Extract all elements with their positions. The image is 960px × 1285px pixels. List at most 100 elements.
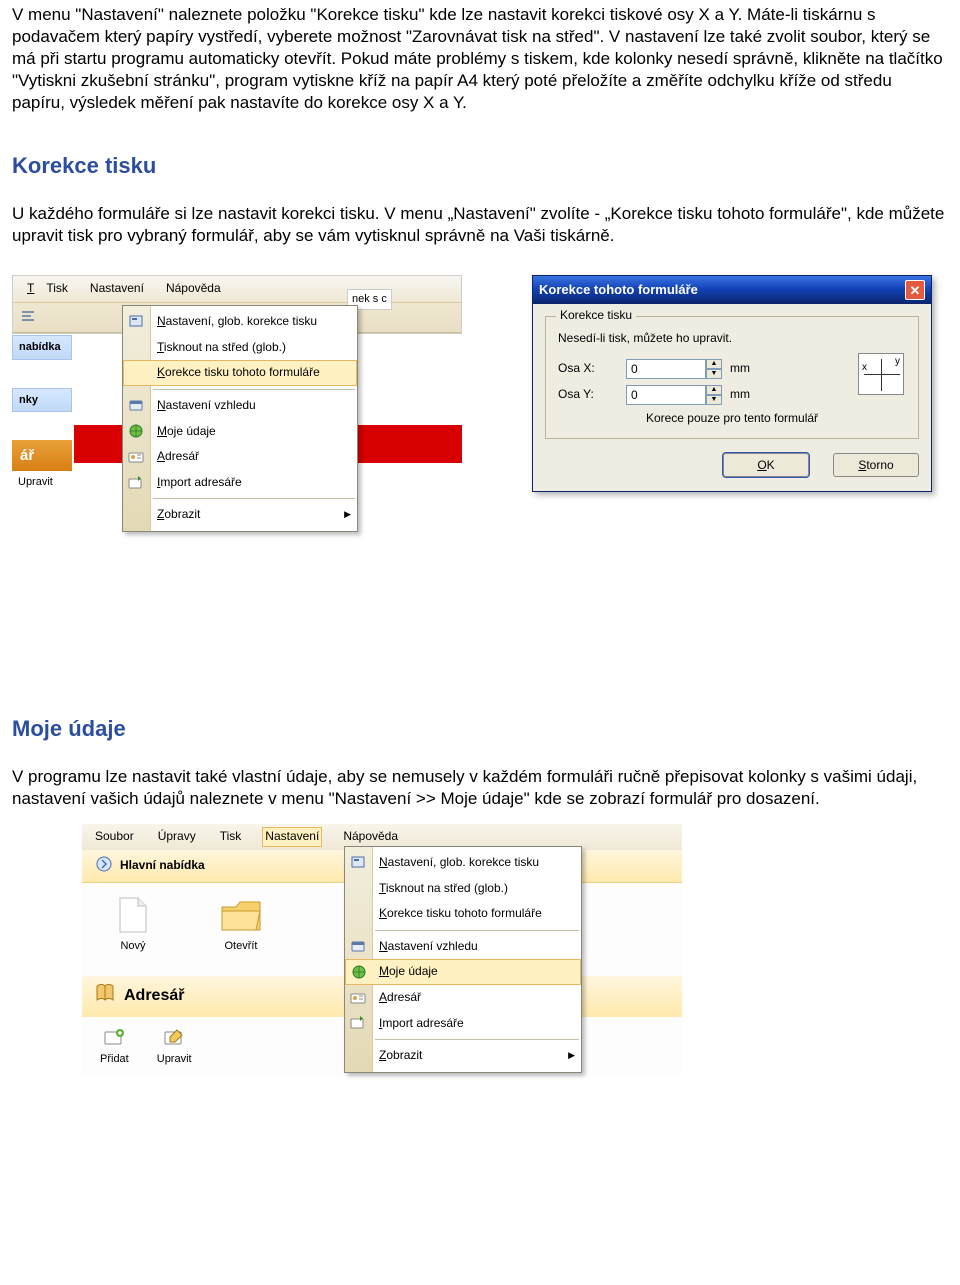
menu-item-label: Nastavení vzhledu bbox=[379, 939, 478, 953]
menu-item-import[interactable]: Import adresáře Import adresáře bbox=[123, 470, 357, 496]
menu-item-tisk-stred[interactable]: Tisknout na střed (glob.) Tisknout na st… bbox=[345, 876, 581, 902]
menu-item-moje-udaje[interactable]: Moje údaje Moje údaje bbox=[123, 419, 357, 445]
menu-nastaveni[interactable]: Nastavení bbox=[262, 827, 322, 847]
import-icon bbox=[128, 475, 144, 491]
menu-item-label: Korekce tisku tohoto formuláře bbox=[379, 906, 542, 920]
submenu-arrow-icon: ▶ bbox=[568, 1050, 575, 1062]
menu-item-label: Nastavení, glob. korekce tisku bbox=[157, 314, 317, 328]
book-icon bbox=[94, 982, 116, 1011]
appearance-icon bbox=[128, 398, 144, 414]
menu-item-zobrazit[interactable]: Zobrazit Zobrazit ▶ bbox=[123, 502, 357, 528]
menu-item-label: Moje údaje bbox=[379, 964, 438, 978]
menu-item-label: Import adresáře bbox=[379, 1016, 464, 1030]
axis-x-label: x bbox=[862, 361, 867, 374]
dialog-hint: Nesedí-li tisk, můžete ho upravit. bbox=[558, 331, 906, 347]
row-osa-x: Osa X: ▲ ▼ mm bbox=[558, 359, 906, 379]
menu-item-label: Adresář bbox=[379, 990, 421, 1004]
nastaveni-dropdown: Nastavení, glob. korekce tisku Nastavení… bbox=[344, 846, 582, 1073]
menu-item-label: Zobrazit bbox=[379, 1048, 422, 1062]
menu-item-adresar[interactable]: Adresář Adresář bbox=[123, 444, 357, 470]
open-label: Otevřít bbox=[224, 940, 257, 952]
menu-tisk[interactable]: TTiskTisk bbox=[19, 278, 72, 300]
unit-x: mm bbox=[730, 361, 750, 377]
sidebar-nabidka: nabídka bbox=[12, 335, 72, 359]
menu-item-zobrazit[interactable]: Zobrazit Zobrazit ▶ bbox=[345, 1043, 581, 1069]
spinner-down[interactable]: ▼ bbox=[706, 395, 722, 405]
label-osa-x: Osa X: bbox=[558, 361, 618, 377]
sidebar-nky: nky bbox=[12, 388, 72, 412]
spinner-up[interactable]: ▲ bbox=[706, 385, 722, 395]
menu-item-label: Korekce tisku tohoto formuláře bbox=[157, 365, 320, 379]
menu-item-label: Nastavení vzhledu bbox=[157, 398, 256, 412]
menu-soubor[interactable]: Soubor bbox=[92, 827, 137, 847]
card-icon bbox=[350, 990, 366, 1006]
menubar: TTiskTisk Nastavení Nápověda bbox=[13, 276, 461, 303]
menu-item-label: Moje údaje bbox=[157, 424, 216, 438]
menu-item-label: Nastavení, glob. korekce tisku bbox=[379, 855, 539, 869]
menu-separator bbox=[153, 498, 355, 499]
dialog-titlebar[interactable]: Korekce tohoto formuláře ✕ bbox=[533, 276, 931, 304]
menu-item-label: Import adresáře bbox=[157, 475, 242, 489]
adresar-add-button[interactable]: Přidat bbox=[100, 1027, 129, 1066]
menu-item-label: Zobrazit bbox=[157, 507, 200, 521]
nav-icon bbox=[96, 856, 112, 877]
section-heading-korekce: Korekce tisku bbox=[12, 152, 948, 181]
menu-item-vzhled[interactable]: Nastavení vzhledu Nastavení vzhledu bbox=[123, 393, 357, 419]
menu-separator bbox=[153, 389, 355, 390]
input-osa-x[interactable] bbox=[626, 359, 706, 379]
menu-upravy[interactable]: Úpravy bbox=[155, 827, 199, 847]
menu-item-moje-udaje[interactable]: Moje údaje Moje údaje bbox=[345, 959, 581, 985]
menu-item-import[interactable]: Import adresáře Import adresáře bbox=[345, 1011, 581, 1037]
intro-paragraph: V menu "Nastavení" naleznete položku "Ko… bbox=[12, 4, 948, 114]
unit-y: mm bbox=[730, 387, 750, 403]
spinner-up[interactable]: ▲ bbox=[706, 359, 722, 369]
spinner-down[interactable]: ▼ bbox=[706, 369, 722, 379]
align-icon[interactable] bbox=[21, 309, 37, 325]
ok-button[interactable]: OKOK bbox=[723, 453, 809, 477]
add-card-icon bbox=[103, 1027, 125, 1049]
menu-item-vzhled[interactable]: Nastavení vzhledu Nastavení vzhledu bbox=[345, 934, 581, 960]
menu-item-glob-korekce[interactable]: Nastavení, glob. korekce tisku Nastavení… bbox=[345, 850, 581, 876]
app-panel: Soubor Úpravy Tisk Nastavení Nápověda Hl… bbox=[82, 824, 682, 1076]
menu-separator bbox=[375, 1039, 579, 1040]
groupbox-korekce: Korekce tisku Nesedí-li tisk, můžete ho … bbox=[545, 316, 919, 439]
menu-item-label: Adresář bbox=[157, 449, 199, 463]
app-fragment-left: TTiskTisk Nastavení Nápověda nek s c nab… bbox=[12, 275, 462, 334]
sidebar-ar: ář bbox=[12, 440, 72, 472]
menu-item-korekce-formulare[interactable]: Korekce tisku tohoto formuláře Korekce t… bbox=[123, 360, 357, 386]
open-button[interactable]: Otevřít bbox=[206, 895, 276, 953]
left-sidebar: nabídka nky ář Upravit bbox=[12, 335, 72, 493]
adresar-edit-button[interactable]: Upravit bbox=[157, 1027, 192, 1066]
menu-napoveda[interactable]: Nápověda bbox=[162, 278, 225, 300]
dialog-title: Korekce tohoto formuláře bbox=[539, 282, 698, 299]
appearance-icon bbox=[350, 939, 366, 955]
menu-item-label: Tisknout na střed (glob.) bbox=[379, 881, 508, 895]
label-osa-y: Osa Y: bbox=[558, 387, 618, 403]
new-button[interactable]: Nový bbox=[98, 895, 168, 953]
menu-item-tisk-stred[interactable]: Tisknout na střed (glob.) Tisknout na st… bbox=[123, 335, 357, 361]
menu-item-glob-korekce[interactable]: Nastavení, glob. korekce tisku Nastavení… bbox=[123, 309, 357, 335]
close-button[interactable]: ✕ bbox=[905, 280, 925, 300]
globe-icon bbox=[128, 423, 144, 439]
cancel-button[interactable]: StornoStorno bbox=[833, 453, 919, 477]
menu-napoveda[interactable]: Nápověda bbox=[340, 827, 401, 847]
korekce-dialog: Korekce tohoto formuláře ✕ Korekce tisku… bbox=[532, 275, 932, 492]
dialog-note: Korece pouze pro tento formulář bbox=[558, 411, 906, 427]
axis-diagram: y x bbox=[858, 353, 904, 395]
figure-moje-udaje: Soubor Úpravy Tisk Nastavení Nápověda Hl… bbox=[12, 824, 948, 1154]
nastaveni-dropdown: Nastavení, glob. korekce tisku Nastavení… bbox=[122, 305, 358, 532]
import-icon bbox=[350, 1015, 366, 1031]
row-osa-y: Osa Y: ▲ ▼ mm bbox=[558, 385, 906, 405]
menu-item-adresar[interactable]: Adresář Adresář bbox=[345, 985, 581, 1011]
menu-separator bbox=[375, 930, 579, 931]
section-body-moje: V programu lze nastavit také vlastní úda… bbox=[12, 766, 948, 810]
menu-item-korekce-formulare[interactable]: Korekce tisku tohoto formuláře Korekce t… bbox=[345, 901, 581, 927]
menu-nastaveni[interactable]: Nastavení bbox=[86, 278, 148, 300]
menu-tisk[interactable]: Tisk bbox=[217, 827, 245, 847]
hlavni-label: Hlavní nabídka bbox=[120, 858, 205, 874]
input-osa-y[interactable] bbox=[626, 385, 706, 405]
submenu-arrow-icon: ▶ bbox=[344, 509, 351, 521]
sidebar-upravit[interactable]: Upravit bbox=[12, 471, 72, 493]
folder-icon bbox=[218, 895, 264, 935]
add-label: Přidat bbox=[100, 1053, 129, 1065]
